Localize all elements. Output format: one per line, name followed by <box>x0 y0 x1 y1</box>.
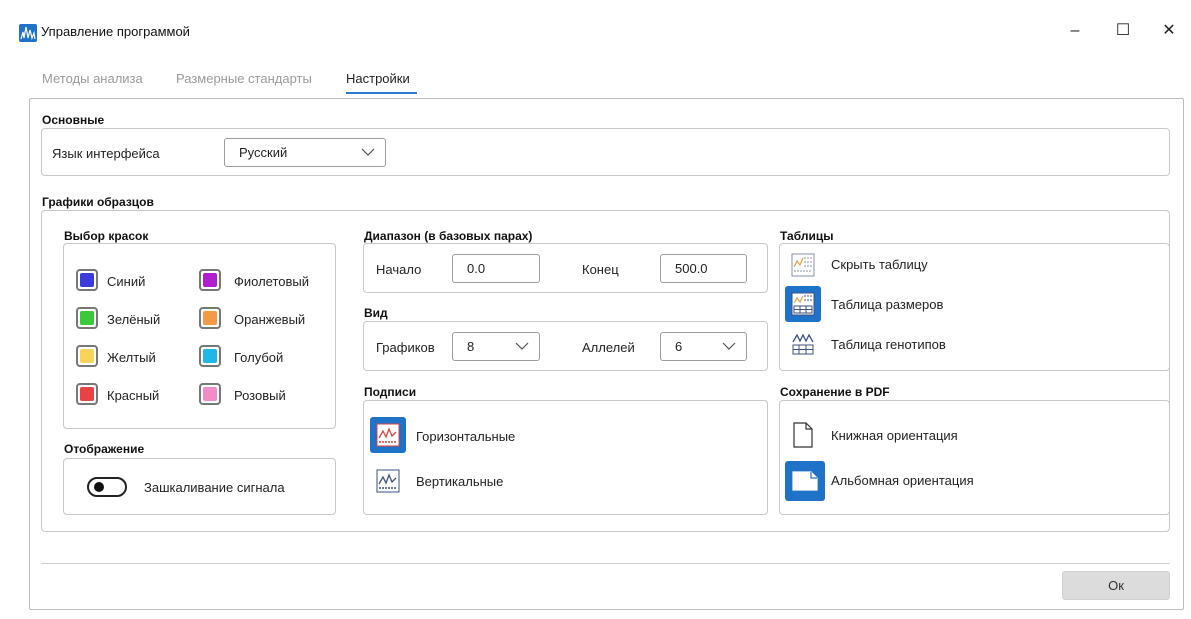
portrait-label: Книжная ориентация <box>831 428 958 443</box>
chevron-down-icon <box>361 148 375 156</box>
genotype-table-button[interactable] <box>785 326 821 362</box>
horizontal-labels-label: Горизонтальные <box>416 429 516 444</box>
portrait-page-icon <box>793 422 813 448</box>
color-label-yellow: Желтый <box>107 350 156 365</box>
close-button[interactable]: ✕ <box>1152 17 1186 45</box>
labels-box <box>363 400 768 515</box>
color-label-violet: Фиолетовый <box>234 274 310 289</box>
basic-section-box <box>41 128 1170 176</box>
swatch-fill <box>80 387 94 401</box>
landscape-button[interactable] <box>785 461 825 501</box>
tab-size-standards[interactable]: Размерные стандарты <box>176 71 312 86</box>
hide-table-label: Скрыть таблицу <box>831 257 928 272</box>
color-swatch-cyan[interactable] <box>199 345 221 367</box>
maximize-button[interactable]: ☐ <box>1106 17 1140 45</box>
hide-table-button[interactable] <box>785 247 821 283</box>
color-swatch-green[interactable] <box>76 307 98 329</box>
range-end-input[interactable]: 500.0 <box>660 254 747 283</box>
swatch-fill <box>203 273 217 287</box>
size-table-icon <box>791 292 815 316</box>
swatch-fill <box>80 349 94 363</box>
swatch-fill <box>203 387 217 401</box>
genotype-table-label: Таблица генотипов <box>831 337 946 352</box>
swatch-fill <box>80 273 94 287</box>
size-table-label: Таблица размеров <box>831 297 944 312</box>
color-label-red: Красный <box>107 388 160 403</box>
toggle-knob <box>94 482 104 492</box>
language-label: Язык интерфейса <box>52 146 160 161</box>
vertical-labels-button[interactable] <box>370 463 406 499</box>
ok-button[interactable]: Ок <box>1062 571 1170 600</box>
portrait-button[interactable] <box>785 417 821 453</box>
plots-count-select[interactable]: 8 <box>452 332 540 361</box>
color-swatch-orange[interactable] <box>199 307 221 329</box>
chevron-down-icon <box>515 342 529 350</box>
color-label-orange: Оранжевый <box>234 312 306 327</box>
swatch-fill <box>203 349 217 363</box>
pdf-title: Сохранение в PDF <box>780 385 890 399</box>
swatch-fill <box>80 311 94 325</box>
tables-title: Таблицы <box>780 229 834 243</box>
footer-divider <box>41 563 1170 564</box>
genotype-table-icon <box>792 333 814 355</box>
color-swatch-red[interactable] <box>76 383 98 405</box>
range-end-label: Конец <box>582 262 619 277</box>
plots-count-label: Графиков <box>376 340 435 355</box>
alleles-select[interactable]: 6 <box>660 332 747 361</box>
color-label-blue: Синий <box>107 274 146 289</box>
alleles-value: 6 <box>675 339 683 354</box>
vertical-labels-label: Вертикальные <box>416 474 504 489</box>
plots-count-value: 8 <box>467 339 475 354</box>
labels-title: Подписи <box>364 385 417 399</box>
language-value: Русский <box>239 145 288 160</box>
swatch-fill <box>203 311 217 325</box>
tab-analysis-methods[interactable]: Методы анализа <box>42 71 143 86</box>
title-bar: Управление программой – ☐ ✕ <box>0 0 1191 62</box>
plots-section-title: Графики образцов <box>42 195 154 209</box>
language-select[interactable]: Русский <box>224 138 386 167</box>
landscape-label: Альбомная ориентация <box>831 473 974 488</box>
color-swatch-pink[interactable] <box>199 383 221 405</box>
range-title: Диапазон (в базовых парах) <box>364 229 533 243</box>
display-title: Отображение <box>64 442 145 456</box>
alleles-label: Аллелей <box>582 340 635 355</box>
pdf-box <box>779 400 1170 515</box>
active-tab-indicator <box>346 92 417 94</box>
horizontal-labels-icon <box>376 423 400 447</box>
horizontal-labels-button[interactable] <box>370 417 406 453</box>
size-table-button[interactable] <box>785 286 821 322</box>
colors-title: Выбор красок <box>64 229 149 243</box>
color-label-cyan: Голубой <box>234 350 284 365</box>
color-swatch-blue[interactable] <box>76 269 98 291</box>
signal-label: Зашкаливание сигнала <box>144 480 285 495</box>
range-start-label: Начало <box>376 262 422 277</box>
range-start-input[interactable]: 0.0 <box>452 254 540 283</box>
app-logo-icon <box>19 24 37 42</box>
vertical-labels-icon <box>376 469 400 493</box>
color-swatch-yellow[interactable] <box>76 345 98 367</box>
color-swatch-violet[interactable] <box>199 269 221 291</box>
basic-section-title: Основные <box>42 113 105 127</box>
chart-table-icon <box>791 253 815 277</box>
minimize-button[interactable]: – <box>1058 17 1092 45</box>
color-label-pink: Розовый <box>234 388 286 403</box>
landscape-page-icon <box>792 471 818 491</box>
view-title: Вид <box>364 306 388 320</box>
signal-toggle[interactable] <box>87 477 127 497</box>
tab-settings[interactable]: Настройки <box>346 71 410 86</box>
chevron-down-icon <box>722 342 736 350</box>
window-title: Управление программой <box>41 24 190 39</box>
color-label-green: Зелёный <box>107 312 161 327</box>
